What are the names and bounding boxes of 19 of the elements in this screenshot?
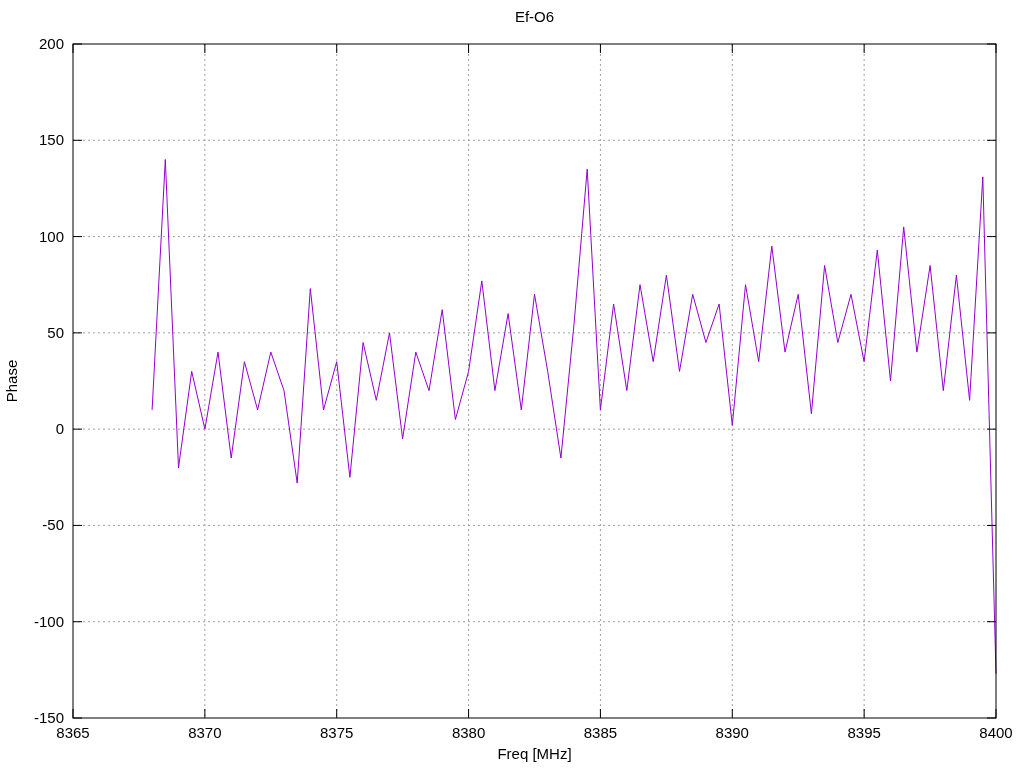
y-tick-label: -150 — [33, 709, 64, 726]
x-axis-title: Freq [MHz] — [497, 745, 572, 762]
x-tick-label: 8400 — [979, 724, 1013, 741]
y-tick-label: -50 — [42, 516, 64, 534]
y-tick-label: 200 — [38, 35, 64, 52]
x-tick-label: 8370 — [188, 724, 222, 741]
y-tick-label: 150 — [38, 131, 64, 149]
y-tick-label: 50 — [47, 323, 64, 341]
x-tick-label: 8365 — [56, 724, 90, 741]
y-tick-label: -100 — [33, 612, 64, 630]
x-tick-label: 8390 — [715, 724, 749, 741]
y-tick-label: 0 — [55, 420, 64, 438]
y-axis-title: Phase — [3, 359, 20, 403]
x-tick-label: 8395 — [847, 724, 881, 741]
x-tick-label: 8380 — [451, 724, 486, 741]
chart-title: Ef-O6 — [514, 8, 555, 25]
x-tick-label: 8375 — [320, 724, 354, 741]
x-tick-label: 8385 — [583, 724, 618, 741]
y-tick-label: 100 — [38, 227, 64, 245]
